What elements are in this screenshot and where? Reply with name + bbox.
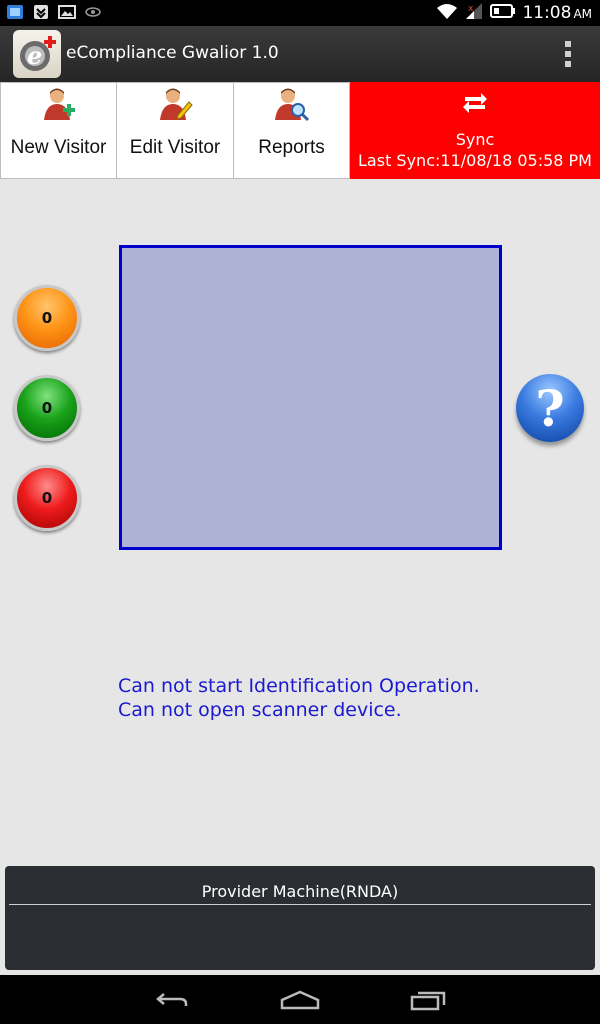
clock-time: 11:08 <box>522 3 572 23</box>
clock: 11:08 AM <box>522 3 592 23</box>
help-button[interactable]: ? <box>516 374 584 442</box>
clock-ampm: AM <box>573 7 592 21</box>
navigation-bar <box>0 975 600 1024</box>
message-line-2: Can not open scanner device. <box>118 699 402 721</box>
toolbar: New Visitor Edit Visitor Reports Sync La… <box>0 82 600 181</box>
provider-panel: Provider Machine(RNDA) <box>5 866 595 970</box>
scanner-preview <box>119 245 502 550</box>
home-icon[interactable] <box>276 983 324 1017</box>
pending-count-badge[interactable]: 0 <box>14 285 80 351</box>
pending-count: 0 <box>41 309 53 327</box>
overflow-menu-icon[interactable] <box>552 36 584 72</box>
svg-text:e: e <box>27 41 42 70</box>
wifi-icon <box>436 2 458 24</box>
approved-count: 0 <box>41 399 53 417</box>
app-title: eCompliance Gwalior 1.0 <box>66 43 279 63</box>
last-sync-label: Last Sync:11/08/18 05:58 PM <box>358 151 592 170</box>
edit-user-icon <box>157 87 193 123</box>
svg-text:x: x <box>468 4 474 14</box>
back-icon[interactable] <box>148 983 196 1017</box>
status-bar: x 11:08 AM <box>0 0 600 26</box>
edit-visitor-button[interactable]: Edit Visitor <box>116 82 234 179</box>
search-user-icon <box>274 87 310 123</box>
rejected-count-badge[interactable]: 0 <box>14 465 80 531</box>
sync-label: Sync <box>455 130 495 149</box>
sync-icon <box>461 91 489 115</box>
app-bar: e eCompliance Gwalior 1.0 <box>0 26 600 82</box>
provider-title: Provider Machine(RNDA) <box>201 882 399 901</box>
rejected-count: 0 <box>41 489 53 507</box>
eye-icon <box>84 4 102 20</box>
download-icon <box>32 4 50 20</box>
status-messages: Can not start Identification Operation. … <box>118 674 480 722</box>
ecompliance-logo-icon: e <box>13 30 61 78</box>
sync-label-group: Sync Last Sync:11/08/18 05:58 PM <box>351 129 599 171</box>
add-user-icon <box>41 87 77 123</box>
sync-button[interactable]: Sync Last Sync:11/08/18 05:58 PM <box>350 82 600 179</box>
recent-apps-icon[interactable] <box>404 983 452 1017</box>
message-line-1: Can not start Identification Operation. <box>118 675 480 697</box>
new-visitor-button[interactable]: New Visitor <box>0 82 117 179</box>
new-visitor-label: New Visitor <box>10 137 107 158</box>
reports-label: Reports <box>258 137 325 158</box>
approved-count-badge[interactable]: 0 <box>14 375 80 441</box>
image-icon <box>58 4 76 20</box>
edit-visitor-label: Edit Visitor <box>129 137 221 158</box>
help-icon: ? <box>535 378 565 438</box>
signal-icon: x <box>464 2 484 24</box>
provider-divider <box>9 904 591 905</box>
battery-icon <box>490 3 516 23</box>
app-notification-icon <box>6 4 24 20</box>
reports-button[interactable]: Reports <box>233 82 350 179</box>
